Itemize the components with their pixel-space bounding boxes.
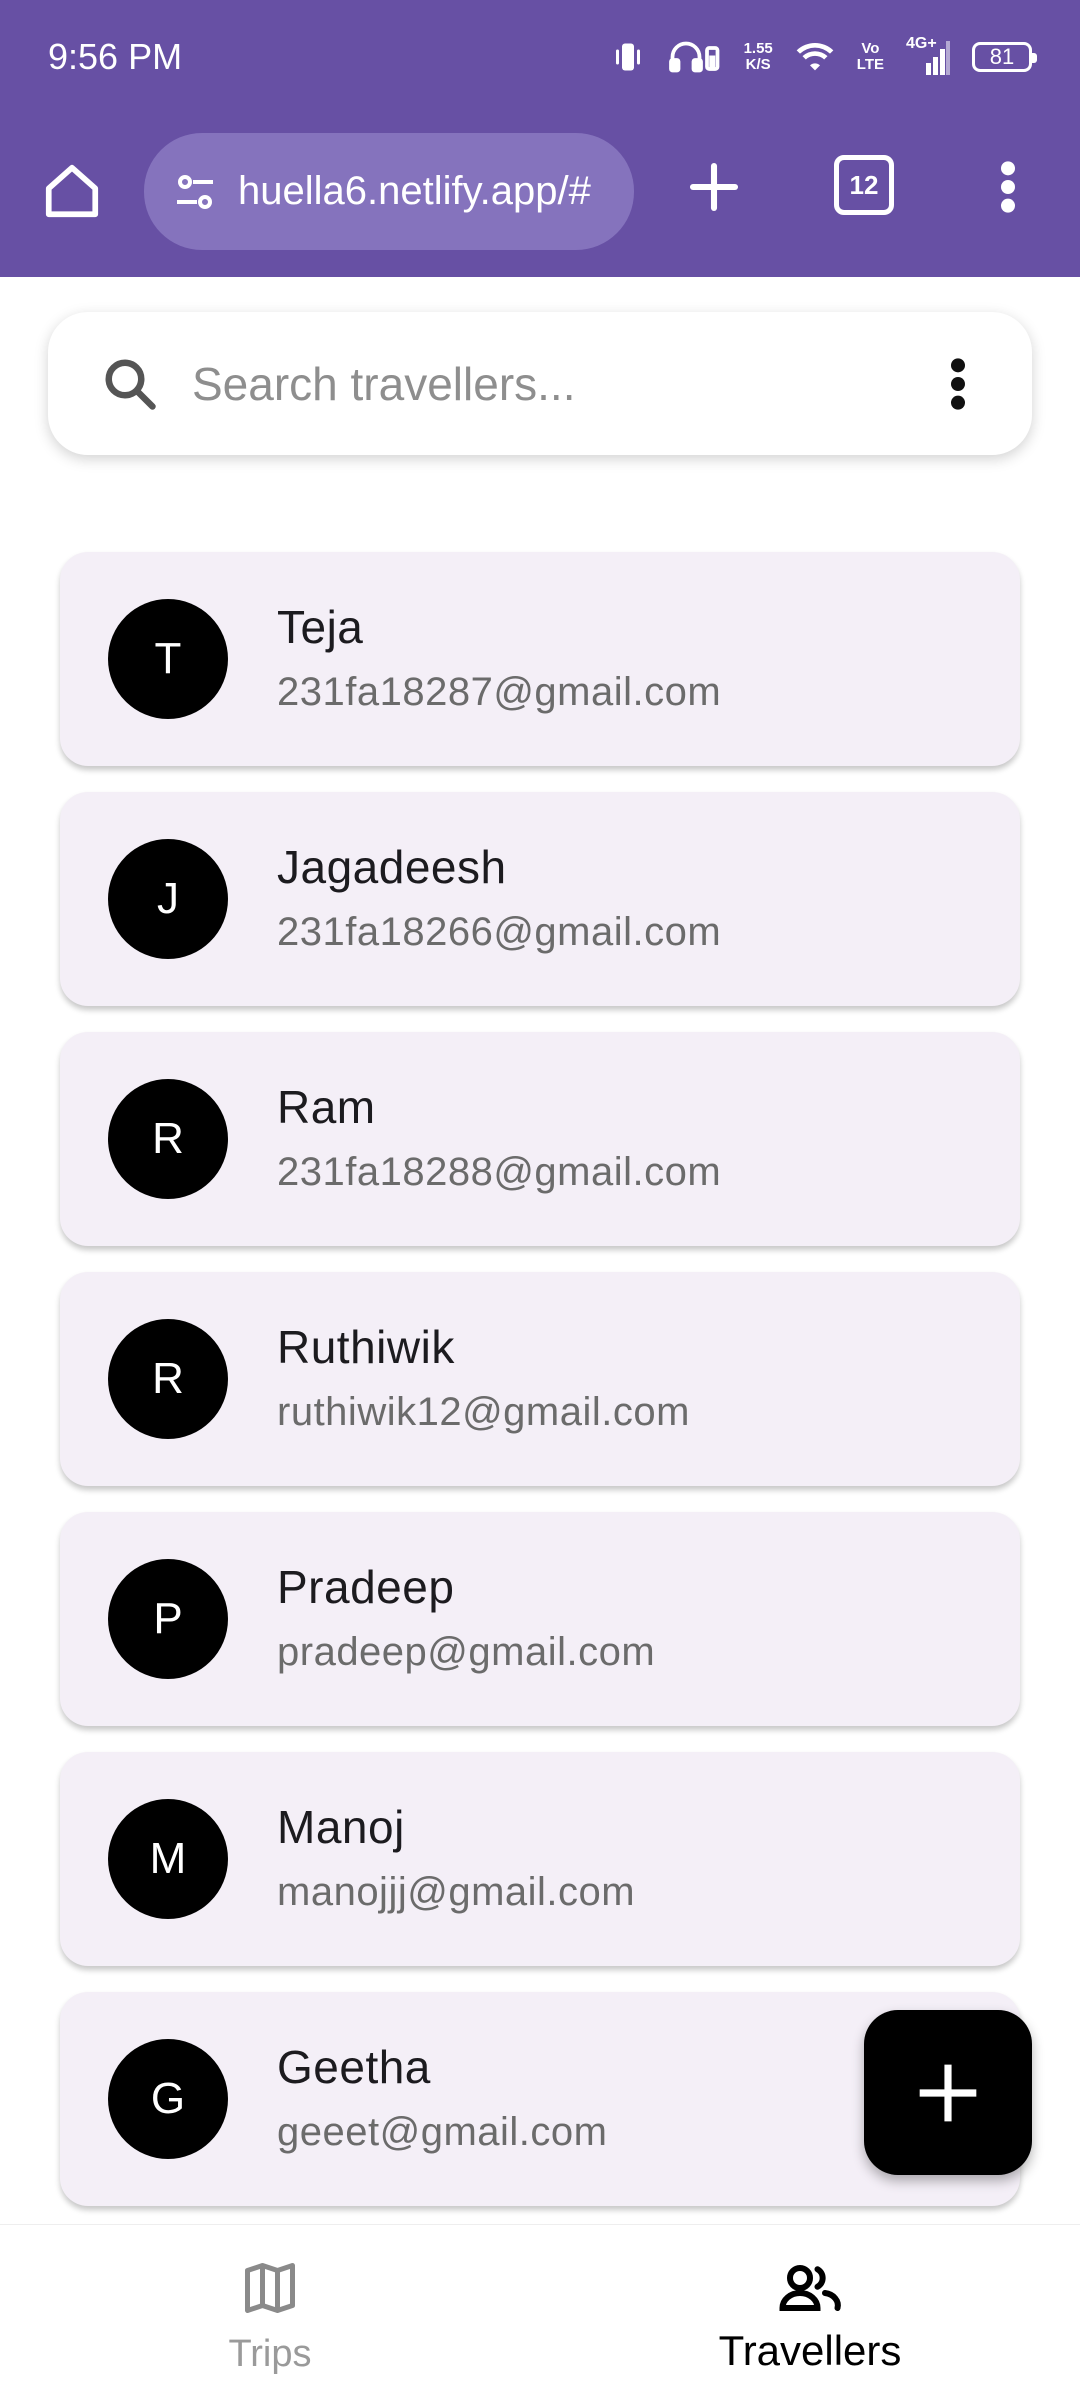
nav-item-trips[interactable]: Trips (0, 2225, 540, 2401)
traveller-name: Teja (277, 601, 364, 653)
new-tab-button[interactable] (678, 151, 750, 223)
tab-switcher-button[interactable]: 12 (834, 155, 894, 215)
volte-lte: LTE (856, 56, 884, 73)
travellers-list: T Teja 231fa18287@gmail.com J Jagadeesh … (60, 552, 1020, 2232)
wifi-icon (795, 40, 835, 74)
avatar: J (108, 839, 228, 959)
home-icon (45, 164, 99, 218)
traveller-email: geeet@gmail.com (277, 2110, 608, 2154)
traveller-card[interactable]: T Teja 231fa18287@gmail.com (60, 552, 1020, 766)
search-icon (100, 354, 160, 414)
headphones-battery-icon (668, 39, 722, 75)
status-icons: 1.55 K/S Vo LTE 4G+ 81 (610, 34, 1037, 80)
home-button[interactable] (36, 155, 108, 227)
status-bar: 9:56 PM 1.55 K/S Vo LTE 4G+ 81 (0, 0, 1080, 115)
plus-icon (689, 162, 739, 212)
people-icon (540, 2253, 1080, 2323)
avatar: R (108, 1079, 228, 1199)
top-app-bar: 9:56 PM 1.55 K/S Vo LTE 4G+ 81 huella6.n… (0, 0, 1080, 277)
traveller-name: Ruthiwik (277, 1321, 455, 1373)
traveller-email: ruthiwik12@gmail.com (277, 1390, 690, 1434)
tab-count: 12 (849, 169, 879, 200)
vibrate-icon (610, 39, 646, 75)
traveller-card[interactable]: R Ram 231fa18288@gmail.com (60, 1032, 1020, 1246)
volte-indicator: Vo LTE (857, 41, 884, 73)
traveller-email: 231fa18287@gmail.com (277, 670, 722, 714)
site-settings-button[interactable] (170, 167, 220, 217)
bottom-navigation: Trips Travellers (0, 2224, 1080, 2401)
map-icon (0, 2253, 540, 2323)
net-speed-unit: K/S (745, 56, 771, 73)
search-bar (48, 312, 1032, 455)
traveller-card[interactable]: J Jagadeesh 231fa18266@gmail.com (60, 792, 1020, 1006)
traveller-name: Jagadeesh (277, 841, 507, 893)
battery-level: 81 (989, 44, 1015, 69)
browser-menu-button[interactable] (980, 151, 1036, 223)
search-input[interactable] (190, 350, 894, 418)
url-text: huella6.netlify.app/# (238, 169, 591, 213)
traveller-email: 231fa18266@gmail.com (277, 910, 722, 954)
browser-toolbar: huella6.netlify.app/# 12 (0, 125, 1080, 260)
tune-icon (177, 174, 213, 209)
traveller-card[interactable]: R Ruthiwik ruthiwik12@gmail.com (60, 1272, 1020, 1486)
battery-icon: 81 (972, 42, 1037, 72)
add-icon (919, 2064, 977, 2121)
avatar: G (108, 2039, 228, 2159)
traveller-email: 231fa18288@gmail.com (277, 1150, 722, 1194)
add-traveller-button[interactable] (864, 2010, 1032, 2175)
volte-vo: Vo (861, 40, 880, 57)
nav-item-travellers[interactable]: Travellers (540, 2225, 1080, 2401)
net-speed: 1.55 K/S (744, 41, 773, 73)
traveller-email: manojjj@gmail.com (277, 1870, 636, 1914)
signal-icon: 4G+ (906, 35, 950, 77)
traveller-card[interactable]: M Manoj manojjj@gmail.com (60, 1752, 1020, 1966)
traveller-name: Ram (277, 1081, 376, 1133)
traveller-email: pradeep@gmail.com (277, 1630, 656, 1674)
traveller-name: Pradeep (277, 1561, 455, 1613)
traveller-name: Geetha (277, 2041, 431, 2093)
status-time: 9:56 PM (48, 36, 183, 77)
traveller-name: Manoj (277, 1801, 405, 1853)
avatar: T (108, 599, 228, 719)
nav-label-trips: Trips (228, 2333, 312, 2375)
nav-label-travellers: Travellers (718, 2327, 902, 2374)
avatar: P (108, 1559, 228, 1679)
search-options-button[interactable] (928, 352, 988, 416)
avatar: M (108, 1799, 228, 1919)
more-vert-icon (951, 358, 965, 410)
net-speed-value: 1.55 (743, 40, 773, 57)
more-vert-icon (1001, 161, 1015, 213)
traveller-card[interactable]: P Pradeep pradeep@gmail.com (60, 1512, 1020, 1726)
address-bar[interactable]: huella6.netlify.app/# (144, 133, 634, 250)
avatar: R (108, 1319, 228, 1439)
